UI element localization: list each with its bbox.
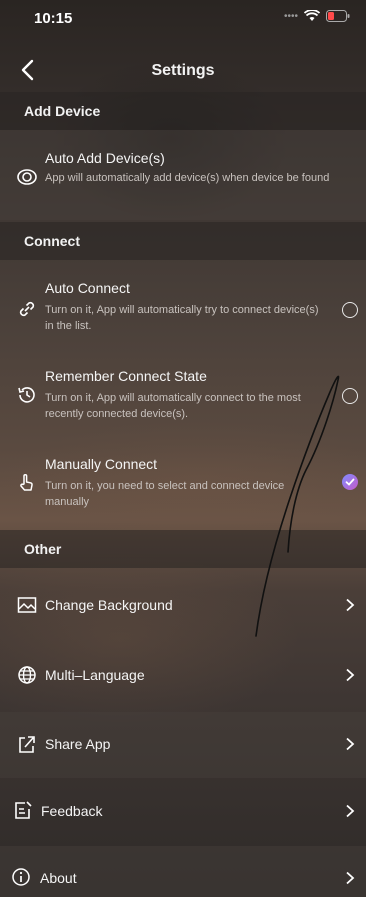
remember-desc: Turn on it, App will automatically conne… (45, 392, 301, 420)
history-icon (18, 387, 35, 403)
change-background-label: Change Background (45, 597, 173, 613)
battery-icon (326, 10, 350, 22)
chevron-right-icon (346, 668, 355, 682)
about-label: About (40, 870, 77, 886)
share-app-label: Share App (45, 736, 111, 752)
change-background-row[interactable]: Change Background (0, 572, 366, 638)
hand-pointer-icon (20, 474, 33, 491)
section-label: Add Device (24, 103, 101, 119)
check-icon (345, 478, 355, 486)
nav-bar: Settings (0, 50, 366, 90)
page-title: Settings (151, 62, 215, 79)
status-icons: •••• (284, 10, 350, 22)
link-icon (19, 301, 35, 317)
auto-connect-title: Auto Connect (45, 280, 130, 296)
remember-radio[interactable] (342, 388, 358, 404)
chevron-right-icon (346, 871, 355, 885)
section-label: Connect (24, 233, 80, 249)
multi-language-label: Multi–Language (45, 667, 145, 683)
remember-connect-row[interactable]: Remember Connect State Turn on it, App w… (0, 350, 366, 436)
section-add-device: Add Device (0, 92, 366, 130)
feedback-icon (15, 801, 32, 819)
chevron-right-icon (346, 737, 355, 751)
remember-title: Remember Connect State (45, 368, 207, 384)
section-other: Other (0, 530, 366, 568)
section-connect: Connect (0, 222, 366, 260)
auto-connect-row[interactable]: Auto Connect Turn on it, App will automa… (0, 262, 366, 348)
image-icon (17, 597, 37, 613)
status-bar: 10:15 •••• (0, 0, 366, 38)
status-time: 10:15 (34, 10, 73, 27)
auto-connect-radio[interactable] (342, 302, 358, 318)
signal-dots-icon: •••• (283, 10, 298, 22)
feedback-row[interactable]: Feedback (0, 780, 366, 842)
multi-language-row[interactable]: Multi–Language (0, 642, 366, 708)
auto-add-title: Auto Add Device(s) (45, 150, 165, 166)
chevron-right-icon (346, 598, 355, 612)
manual-title: Manually Connect (45, 456, 158, 472)
section-label: Other (24, 541, 62, 557)
auto-connect-desc: Turn on it, App will automatically try t… (45, 304, 319, 332)
manual-desc: Turn on it, you need to select and conne… (45, 480, 285, 508)
feedback-label: Feedback (41, 803, 103, 819)
chevron-right-icon (346, 804, 355, 818)
eye-target-icon (17, 169, 37, 185)
share-icon (19, 736, 35, 753)
auto-add-desc: App will automatically add device(s) whe… (45, 172, 330, 184)
manual-connect-row[interactable]: Manually Connect Turn on it, you need to… (0, 438, 366, 526)
manual-radio-checked[interactable] (342, 474, 358, 490)
wifi-icon (304, 10, 320, 21)
about-row[interactable]: About (0, 846, 366, 897)
auto-add-device-row[interactable]: Auto Add Device(s) App will automaticall… (0, 130, 366, 220)
share-app-row[interactable]: Share App (0, 712, 366, 778)
info-icon (12, 868, 30, 886)
globe-icon (18, 666, 36, 684)
